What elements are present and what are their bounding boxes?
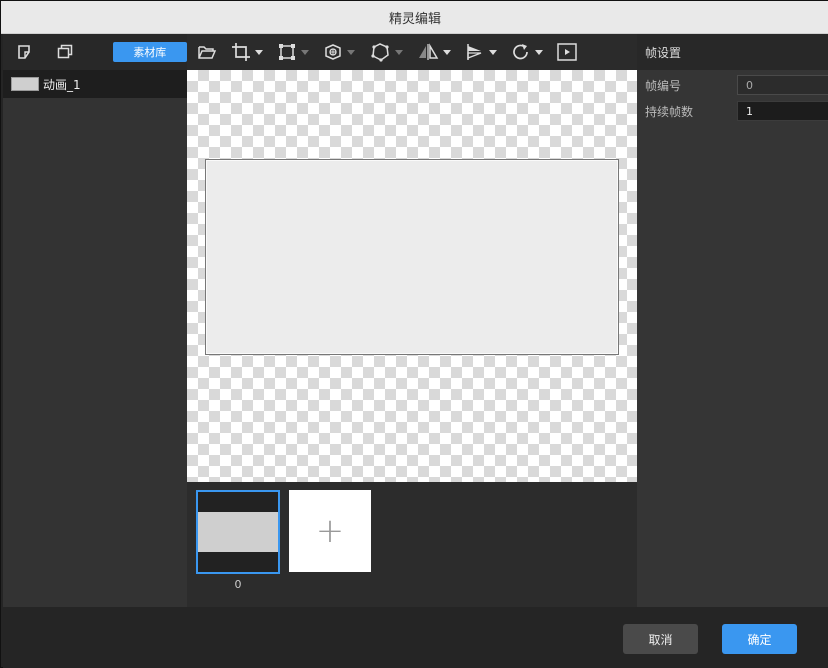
panel-title: 帧设置 <box>645 45 682 60</box>
new-layer-icon[interactable] <box>13 40 37 64</box>
crop-button[interactable] <box>231 40 263 64</box>
collision-button[interactable] <box>369 40 403 64</box>
frame-thumbnail-image <box>198 512 278 552</box>
chevron-down-icon <box>395 49 403 55</box>
rotate-icon <box>513 44 528 60</box>
sprite-canvas[interactable] <box>187 70 637 482</box>
collision-icon <box>371 43 389 62</box>
transform-button[interactable] <box>277 40 309 64</box>
duration-label: 持续帧数 <box>645 104 694 119</box>
align-icon <box>467 44 482 60</box>
duration-field[interactable]: 1 <box>737 101 828 121</box>
editor-center: 0 + <box>187 34 637 607</box>
chevron-down-icon <box>255 49 263 55</box>
frame-index-label: 0 <box>234 578 242 591</box>
left-toolbar: 素材库 <box>3 34 188 70</box>
title-bar: 精灵编辑 <box>1 1 828 34</box>
animation-thumbnail <box>11 77 39 91</box>
animation-item[interactable]: 动画_1 <box>3 70 187 98</box>
align-button[interactable] <box>465 40 497 64</box>
asset-library-button[interactable]: 素材库 <box>112 42 188 62</box>
chevron-down-icon <box>347 49 355 55</box>
frame-thumbnail-selected[interactable] <box>196 490 280 574</box>
open-folder-icon <box>198 46 217 59</box>
frame-number-field[interactable]: 0 <box>737 75 828 95</box>
dialog-footer: 取消 确定 <box>3 607 828 668</box>
cancel-button[interactable]: 取消 <box>623 624 698 654</box>
sprite-image[interactable] <box>205 159 619 355</box>
play-icon <box>557 43 577 61</box>
frame-settings-panel: 帧设置 帧编号 0 持续帧数 1 <box>637 34 828 607</box>
animation-label: 动画_1 <box>43 77 81 92</box>
chevron-down-icon <box>535 49 543 55</box>
duration-row: 持续帧数 1 <box>637 98 828 124</box>
chevron-down-icon <box>443 49 451 55</box>
confirm-button[interactable]: 确定 <box>722 624 797 654</box>
chevron-down-icon <box>489 49 497 55</box>
rotate-button[interactable] <box>511 40 543 64</box>
sprite-editor-dialog: 精灵编辑 素材库 动画_1 0 + 帧设置 帧编号 0 持续帧数 1 取消 确定 <box>0 0 828 668</box>
main-toolbar <box>187 34 637 70</box>
frame-number-row: 帧编号 0 <box>637 72 828 98</box>
frame-number-label: 帧编号 <box>645 78 682 93</box>
frame-settings-title: 帧设置 <box>637 34 828 70</box>
transform-icon <box>279 44 295 60</box>
crop-icon <box>232 43 250 61</box>
anchor-icon <box>325 44 341 60</box>
animation-list-panel: 素材库 动画_1 <box>3 34 188 607</box>
frame-strip: 0 + <box>187 482 637 607</box>
plus-icon: + <box>315 511 345 551</box>
flip-button[interactable] <box>417 40 451 64</box>
chevron-down-icon <box>301 49 309 55</box>
add-frame-button[interactable]: + <box>289 490 371 572</box>
anchor-button[interactable] <box>323 40 355 64</box>
duplicate-icon[interactable] <box>53 40 77 64</box>
play-button[interactable] <box>557 40 577 64</box>
window-title: 精灵编辑 <box>388 11 441 27</box>
flip-horizontal-icon <box>419 43 439 60</box>
open-folder-button[interactable] <box>197 40 217 64</box>
